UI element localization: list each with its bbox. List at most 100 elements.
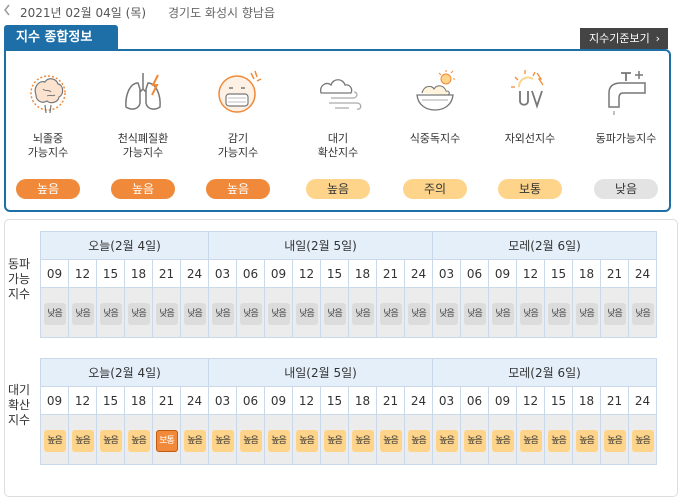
forecast-level-badge: 높음	[407, 429, 430, 452]
forecast-level-badge: 낮음	[43, 302, 66, 325]
forecast-level-badge: 높음	[351, 429, 374, 452]
forecast-cell: 높음	[516, 414, 545, 465]
index-level-badge: 높음	[16, 179, 80, 199]
index-item-stroke[interactable]: 뇌졸중 가능지수 높음	[6, 67, 90, 207]
hour-header: 09	[488, 386, 517, 415]
forecast-cell: 낮음	[404, 287, 433, 338]
forecast-cell: 높음	[460, 414, 489, 465]
index-item-air-diffusion[interactable]: 대기 확산지수 높음	[296, 67, 380, 207]
index-name-line1: 식중독지수	[409, 132, 461, 145]
hour-header: 03	[208, 259, 237, 288]
index-item-uv[interactable]: 자외선지수 보통	[488, 67, 572, 207]
forecast-level-badge: 높음	[435, 429, 458, 452]
forecast-cell: 높음	[236, 414, 265, 465]
forecast-level-badge: 낮음	[463, 302, 486, 325]
forecast-level-badge: 높음	[631, 429, 654, 452]
forecast-level-badge: 낮음	[323, 302, 346, 325]
forecast-level-badge: 높음	[211, 429, 234, 452]
forecast-cell: 높음	[572, 414, 601, 465]
hour-header: 06	[236, 386, 265, 415]
forecast-cell: 높음	[292, 414, 321, 465]
index-item-cold[interactable]: 감기 가능지수 높음	[196, 67, 280, 207]
index-name-line1: 대기	[327, 132, 349, 145]
forecast-table: 오늘(2월 4일) 내일(2월 5일) 모레(2월 6일) 09 12 15 18 21 24 0…	[40, 231, 657, 338]
forecast-cell: 낮음	[572, 287, 601, 338]
forecast-cell: 낮음	[348, 287, 377, 338]
forecast-cell: 높음	[68, 414, 97, 465]
forecast-level-badge: 낮음	[519, 302, 542, 325]
forecast-table: 오늘(2월 4일) 내일(2월 5일) 모레(2월 6일) 09 12 15 18 21 24 0…	[40, 358, 657, 465]
hour-header: 21	[152, 259, 181, 288]
index-name-line1: 동파가능지수	[595, 132, 657, 145]
forecast-cell: 낮음	[600, 287, 629, 338]
hour-header: 21	[152, 386, 181, 415]
hour-header: 18	[572, 386, 601, 415]
forecast-cell: 낮음	[180, 287, 209, 338]
chevron-left-icon[interactable]	[3, 3, 11, 17]
forecast-cell: 낮음	[516, 287, 545, 338]
index-item-asthma[interactable]: 천식폐질환 가능지수 높음	[101, 67, 185, 207]
criteria-button[interactable]: 지수기준보기 ›	[580, 28, 668, 49]
hour-header: 12	[516, 259, 545, 288]
forecast-cell: 낮음	[236, 287, 265, 338]
index-item-freeze-burst[interactable]: 동파가능지수 낮음	[584, 67, 668, 207]
index-name-line1: 감기	[227, 132, 249, 145]
forecast-level-badge: 높음	[295, 429, 318, 452]
hour-header: 18	[348, 259, 377, 288]
forecast-cell: 낮음	[264, 287, 293, 338]
hour-header: 15	[320, 259, 349, 288]
index-level-badge: 낮음	[594, 179, 658, 199]
forecast-level-badge: 높음	[127, 429, 150, 452]
current-date: 2021년 02월 04일 (목)	[20, 6, 147, 20]
forecast-level-badge: 낮음	[155, 302, 178, 325]
hour-header: 21	[600, 386, 629, 415]
hour-header: 06	[460, 386, 489, 415]
index-name-line2: 가능지수	[27, 146, 69, 159]
hour-header: 21	[376, 386, 405, 415]
forecast-cell: 높음	[404, 414, 433, 465]
day-header: 오늘(2월 4일)	[40, 231, 209, 260]
forecast-row-label: 동파 가능 지수	[8, 257, 36, 302]
index-level-badge: 높음	[111, 179, 175, 199]
forecast-level-badge: 낮음	[71, 302, 94, 325]
forecast-cell: 낮음	[376, 287, 405, 338]
forecast-level-badge: 낮음	[491, 302, 514, 325]
forecast-level-badge: 높음	[183, 429, 206, 452]
chevron-right-icon: ›	[655, 32, 660, 45]
forecast-level-badge: 높음	[99, 429, 122, 452]
forecast-level-badge: 높음	[267, 429, 290, 452]
index-name-line2: 가능지수	[122, 146, 164, 159]
hour-header: 24	[180, 386, 209, 415]
index-name-line2: 가능지수	[217, 146, 259, 159]
forecast-cell: 낮음	[152, 287, 181, 338]
forecast-cell: 높음	[628, 414, 657, 465]
forecast-level-badge: 낮음	[379, 302, 402, 325]
index-level-badge: 보통	[498, 179, 562, 199]
index-name-line1: 천식폐질환	[117, 132, 169, 145]
index-name-line2: 확산지수	[317, 146, 359, 159]
forecast-cell: 낮음	[68, 287, 97, 338]
forecast-cell: 높음	[264, 414, 293, 465]
index-level-badge: 높음	[206, 179, 270, 199]
index-level-badge: 주의	[403, 179, 467, 199]
hour-header: 15	[96, 259, 125, 288]
hour-header: 15	[96, 386, 125, 415]
hour-header: 24	[628, 386, 657, 415]
forecast-level-badge: 낮음	[351, 302, 374, 325]
hour-header: 12	[292, 386, 321, 415]
forecast-level-badge: 낮음	[239, 302, 262, 325]
hour-header: 18	[348, 386, 377, 415]
hour-header: 24	[628, 259, 657, 288]
hour-header: 12	[68, 259, 97, 288]
lungs-icon	[125, 73, 161, 110]
hour-header: 06	[460, 259, 489, 288]
forecast-level-badge: 낮음	[99, 302, 122, 325]
tab-index-summary[interactable]: 지수 종합정보	[4, 25, 118, 50]
index-item-food-poisoning[interactable]: 식중독지수 주의	[393, 67, 477, 207]
row-label-line: 지수	[8, 413, 31, 427]
forecast-cell: 높음	[40, 414, 69, 465]
hour-header: 18	[572, 259, 601, 288]
forecast-cell: 낮음	[432, 287, 461, 338]
forecast-cell: 높음	[376, 414, 405, 465]
forecast-level-badge: 낮음	[267, 302, 290, 325]
